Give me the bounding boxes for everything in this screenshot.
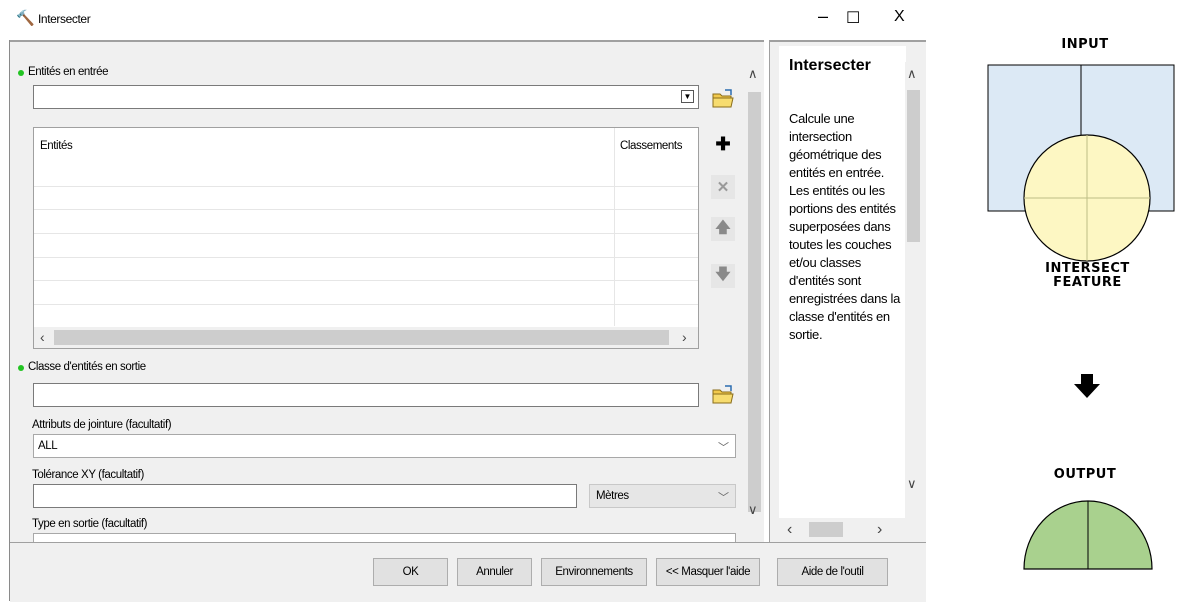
arrow-down-icon[interactable]: 🡇	[711, 264, 735, 288]
join-attributes-value: ALL	[38, 440, 58, 452]
required-indicator	[18, 365, 24, 371]
table-row	[34, 304, 698, 305]
close-button[interactable]: X	[894, 8, 905, 26]
plus-icon[interactable]: ✚	[711, 132, 735, 156]
environments-button[interactable]: Environnements	[541, 558, 647, 586]
scroll-left-icon[interactable]: ‹	[787, 521, 792, 539]
input-entities-dropdown[interactable]: ▼	[33, 85, 699, 109]
output-class-input[interactable]	[33, 383, 699, 407]
xy-tolerance-input[interactable]	[33, 484, 577, 508]
tool-help-button[interactable]: Aide de l'outil	[777, 558, 888, 586]
ok-button[interactable]: OK	[373, 558, 448, 586]
help-horizontal-scrollbar[interactable]: ‹ ›	[779, 519, 905, 540]
scroll-up-icon[interactable]: ∧	[907, 66, 917, 82]
table-row	[34, 257, 698, 258]
arrow-up-icon[interactable]: 🡅	[711, 217, 735, 241]
folder-icon[interactable]	[711, 88, 735, 110]
output-type-label: Type en sortie (facultatif)	[32, 518, 148, 530]
output-type-select[interactable]	[33, 533, 736, 542]
diagram-intersect-label: INTERSECT FEATURE	[1045, 261, 1130, 290]
chevron-down-icon[interactable]: ▼	[681, 90, 694, 103]
cancel-button[interactable]: Annuler	[457, 558, 532, 586]
help-title: Intersecter	[789, 57, 871, 74]
scroll-right-icon[interactable]: ›	[682, 329, 687, 345]
scroll-down-icon[interactable]: ∨	[907, 476, 917, 492]
intersect-diagram-input	[987, 64, 1175, 262]
scroll-up-icon[interactable]: ∧	[748, 66, 758, 82]
scrollbar-thumb[interactable]	[809, 522, 843, 537]
x-icon[interactable]: ✕	[711, 175, 735, 199]
vertical-scrollbar[interactable]: ∧ ∨	[745, 62, 763, 540]
table-row	[34, 209, 698, 210]
join-attributes-label: Attributs de jointure (facultatif)	[32, 419, 172, 431]
required-indicator	[18, 70, 24, 76]
hide-help-button[interactable]: << Masquer l'aide	[656, 558, 760, 586]
maximize-button[interactable]: ☐	[846, 8, 860, 28]
column-header-entities[interactable]: Entités	[40, 140, 73, 152]
input-entities-table[interactable]	[33, 127, 699, 349]
table-row	[34, 186, 698, 187]
folder-icon[interactable]	[711, 384, 735, 406]
table-row	[34, 233, 698, 234]
help-vertical-scrollbar[interactable]: ∧ ∨	[905, 62, 922, 520]
scroll-right-icon[interactable]: ›	[877, 521, 882, 539]
scrollbar-thumb[interactable]	[907, 90, 920, 242]
output-class-label: Classe d'entités en sortie	[28, 361, 146, 373]
table-row	[34, 280, 698, 281]
diagram-input-label: INPUT	[1061, 37, 1109, 52]
diagram-output-label: OUTPUT	[1053, 467, 1117, 482]
chevron-down-icon[interactable]: ﹀	[718, 489, 729, 505]
xy-tolerance-unit-select[interactable]: Mètres ﹀	[589, 484, 736, 508]
horizontal-scrollbar[interactable]: ‹ ›	[34, 327, 698, 348]
join-attributes-select[interactable]: ALL ﹀	[33, 434, 736, 458]
scroll-left-icon[interactable]: ‹	[40, 329, 45, 345]
help-text: Calcule une intersection géométrique des…	[789, 111, 901, 342]
minimize-button[interactable]: –	[818, 6, 828, 27]
column-header-classements[interactable]: Classements	[620, 140, 682, 152]
column-divider	[614, 128, 615, 326]
title-bar: 🔨 Intersecter – ☐ X	[0, 0, 935, 40]
hammer-icon: 🔨	[16, 10, 35, 27]
scrollbar-thumb[interactable]	[54, 330, 669, 345]
scroll-down-icon[interactable]: ∨	[748, 502, 758, 518]
scrollbar-thumb[interactable]	[748, 92, 761, 512]
input-entities-label: Entités en entrée	[28, 66, 109, 78]
chevron-down-icon[interactable]: ﹀	[718, 439, 729, 455]
xy-tolerance-unit-value: Mètres	[596, 490, 629, 502]
intersect-diagram-output	[1023, 500, 1153, 570]
arrow-down-icon	[1074, 374, 1100, 398]
xy-tolerance-label: Tolérance XY (facultatif)	[32, 469, 144, 481]
window-title: Intersecter	[38, 12, 91, 26]
